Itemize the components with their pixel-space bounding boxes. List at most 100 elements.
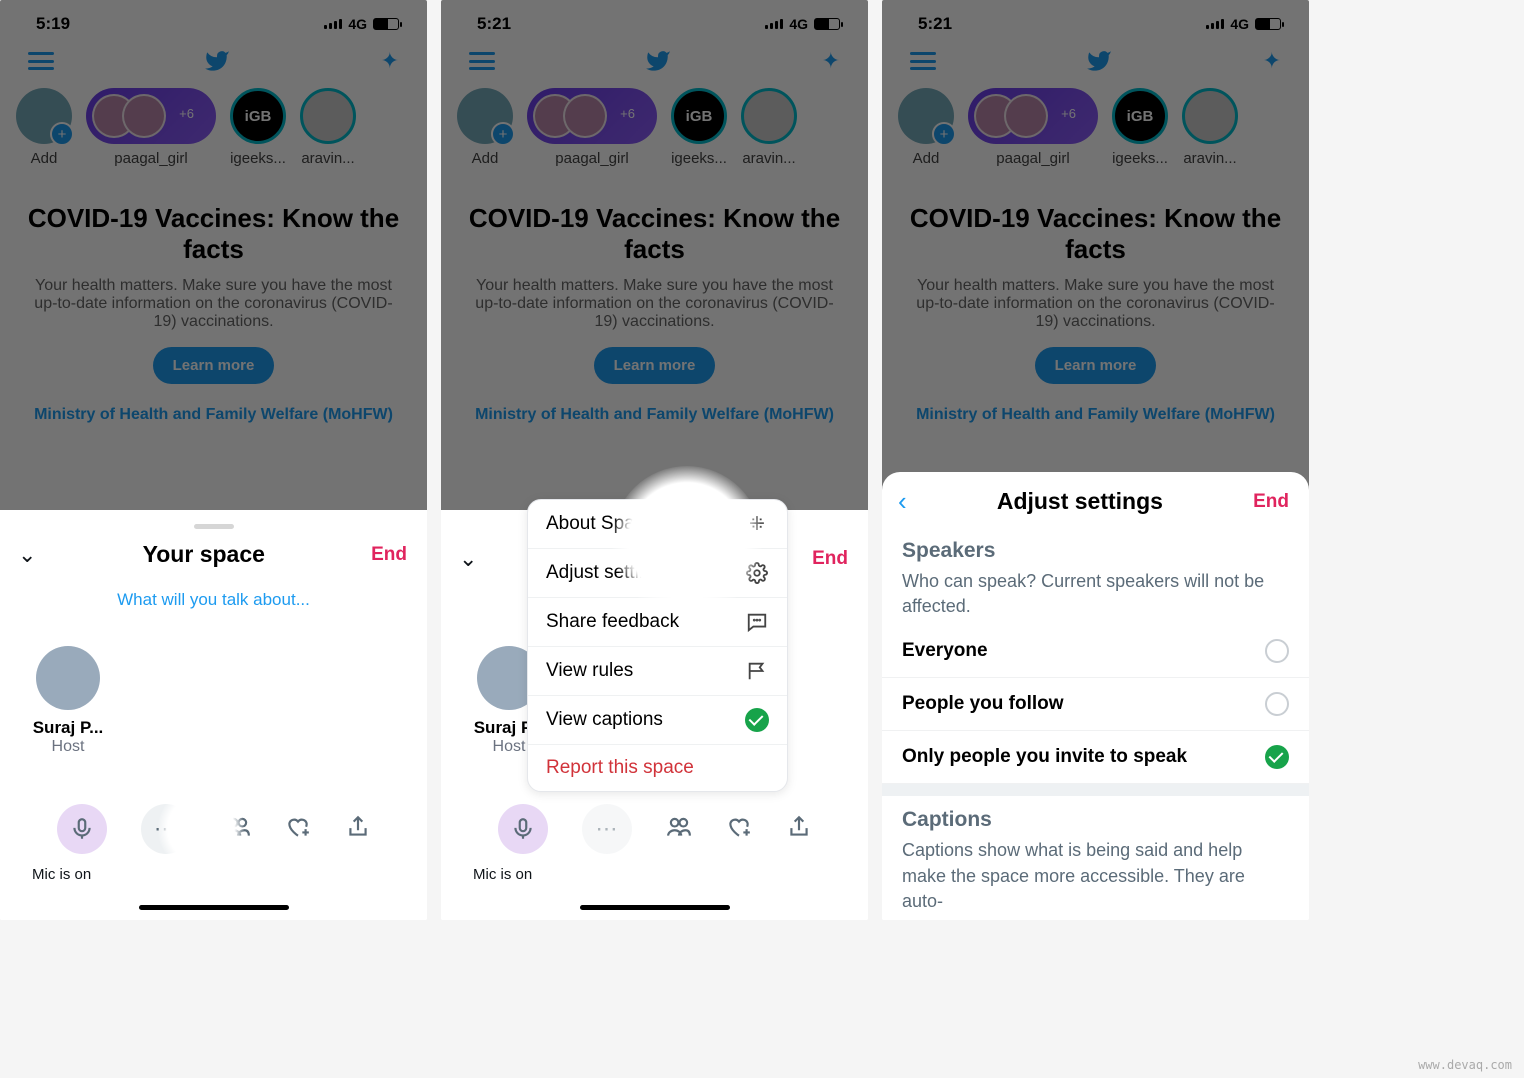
host-name: Suraj P...	[33, 718, 104, 738]
end-button[interactable]: End	[1253, 491, 1289, 513]
signal-icon	[324, 19, 342, 29]
mic-button[interactable]	[57, 804, 107, 854]
network-label: 4G	[348, 16, 367, 32]
share-icon	[345, 814, 371, 840]
menu-about-spaces[interactable]: About Spaces ⁜	[528, 500, 787, 549]
battery-icon	[373, 18, 399, 30]
sparkle-icon[interactable]: ✦	[1263, 48, 1281, 74]
captions-section-desc: Captions show what is being said and hel…	[902, 838, 1289, 914]
option-invite-only[interactable]: Only people you invite to speak	[882, 731, 1309, 784]
end-button[interactable]: End	[812, 548, 848, 570]
host-block: Suraj P... Host	[18, 646, 118, 756]
host-avatar[interactable]	[36, 646, 100, 710]
collapse-chevron-icon[interactable]: ⌄	[18, 542, 36, 568]
people-icon	[225, 814, 251, 840]
menu-view-rules[interactable]: View rules	[528, 647, 787, 696]
captions-section-title: Captions	[902, 808, 1289, 832]
covid-desc: Your health matters. Make sure you have …	[906, 277, 1285, 331]
mic-status-label: Mic is on	[32, 866, 427, 883]
learn-more-button[interactable]: Learn more	[594, 347, 716, 384]
story-add[interactable]: Add	[16, 88, 72, 167]
home-indicator[interactable]	[580, 905, 730, 910]
host-role: Host	[52, 738, 85, 756]
action-row: ⋯	[0, 804, 427, 854]
signal-icon	[1206, 19, 1224, 29]
mic-icon	[69, 816, 95, 842]
sparkle-icon[interactable]: ✦	[822, 48, 840, 74]
share-button[interactable]	[786, 814, 812, 845]
sheet-title: Your space	[143, 541, 265, 568]
status-time: 5:19	[36, 14, 70, 34]
share-icon	[786, 814, 812, 840]
mic-button[interactable]	[498, 804, 548, 854]
story-aravin[interactable]: aravin...	[1182, 88, 1238, 167]
twitter-logo-icon	[643, 48, 673, 74]
screen-3: 5:21 4G ✦ Add +6paagal_girl iGBigeeks...…	[882, 0, 1309, 920]
mic-status-label: Mic is on	[473, 866, 868, 883]
collapse-chevron-icon[interactable]: ⌄	[459, 546, 477, 572]
story-paagal[interactable]: +6paagal_girl	[968, 88, 1098, 167]
more-icon: ⋯	[154, 816, 177, 842]
home-indicator[interactable]	[139, 905, 289, 910]
hamburger-icon[interactable]	[910, 52, 936, 70]
heart-button[interactable]	[726, 814, 752, 845]
covid-desc: Your health matters. Make sure you have …	[24, 277, 403, 331]
gear-icon	[745, 561, 769, 585]
prompt-text[interactable]: What will you talk about...	[0, 590, 427, 610]
source-link[interactable]: Ministry of Health and Family Welfare (M…	[465, 406, 844, 424]
learn-more-button[interactable]: Learn more	[153, 347, 275, 384]
heart-plus-icon	[285, 814, 311, 840]
back-chevron-icon[interactable]: ‹	[898, 486, 907, 517]
source-link[interactable]: Ministry of Health and Family Welfare (M…	[24, 406, 403, 424]
covid-title: COVID-19 Vaccines: Know the facts	[24, 203, 403, 265]
adjust-settings-sheet: ‹ Adjust settings End Speakers Who can s…	[882, 472, 1309, 920]
menu-adjust-settings[interactable]: Adjust settings	[528, 549, 787, 598]
radio-empty-icon	[1265, 692, 1289, 716]
network-label: 4G	[789, 16, 808, 32]
heart-button[interactable]	[285, 814, 311, 845]
story-aravin[interactable]: aravin...	[741, 88, 797, 167]
menu-share-feedback[interactable]: Share feedback	[528, 598, 787, 647]
story-aravin[interactable]: aravin...	[300, 88, 356, 167]
learn-more-button[interactable]: Learn more	[1035, 347, 1157, 384]
space-sheet: ⌄ Your space End What will you talk abou…	[0, 516, 427, 920]
status-time: 5:21	[477, 14, 511, 34]
covid-title: COVID-19 Vaccines: Know the facts	[906, 203, 1285, 265]
network-label: 4G	[1230, 16, 1249, 32]
story-igeeks[interactable]: iGBigeeks...	[230, 88, 286, 167]
more-button[interactable]: ⋯	[141, 804, 191, 854]
story-igeeks[interactable]: iGBigeeks...	[671, 88, 727, 167]
sparkle-icon[interactable]: ✦	[381, 48, 399, 74]
hamburger-icon[interactable]	[28, 52, 54, 70]
people-button[interactable]	[225, 814, 251, 845]
status-indicators: 4G	[324, 16, 399, 32]
dots-grid-icon: ⁜	[745, 512, 769, 536]
story-add[interactable]: Add	[898, 88, 954, 167]
option-everyone[interactable]: Everyone	[882, 625, 1309, 678]
chat-icon	[745, 610, 769, 634]
story-igeeks[interactable]: iGBigeeks...	[1112, 88, 1168, 167]
sheet-grabber[interactable]	[194, 524, 234, 529]
speakers-section-title: Speakers	[902, 539, 1289, 563]
people-icon	[666, 814, 692, 840]
battery-icon	[1255, 18, 1281, 30]
twitter-logo-icon	[1084, 48, 1114, 74]
people-button[interactable]	[666, 814, 692, 845]
menu-report-space[interactable]: Report this space	[528, 745, 787, 791]
more-button[interactable]: ⋯	[582, 804, 632, 854]
option-people-follow[interactable]: People you follow	[882, 678, 1309, 731]
covid-desc: Your health matters. Make sure you have …	[465, 277, 844, 331]
share-button[interactable]	[345, 814, 371, 845]
host-role: Host	[493, 738, 526, 756]
story-paagal[interactable]: +6paagal_girl	[527, 88, 657, 167]
menu-view-captions[interactable]: View captions	[528, 696, 787, 745]
covid-card: COVID-19 Vaccines: Know the facts Your h…	[0, 173, 427, 436]
source-link[interactable]: Ministry of Health and Family Welfare (M…	[906, 406, 1285, 424]
check-icon	[745, 708, 769, 732]
end-button[interactable]: End	[371, 544, 407, 566]
hamburger-icon[interactable]	[469, 52, 495, 70]
flag-icon	[745, 659, 769, 683]
story-paagal[interactable]: +6paagal_girl	[86, 88, 216, 167]
twitter-logo-icon	[202, 48, 232, 74]
story-add[interactable]: Add	[457, 88, 513, 167]
